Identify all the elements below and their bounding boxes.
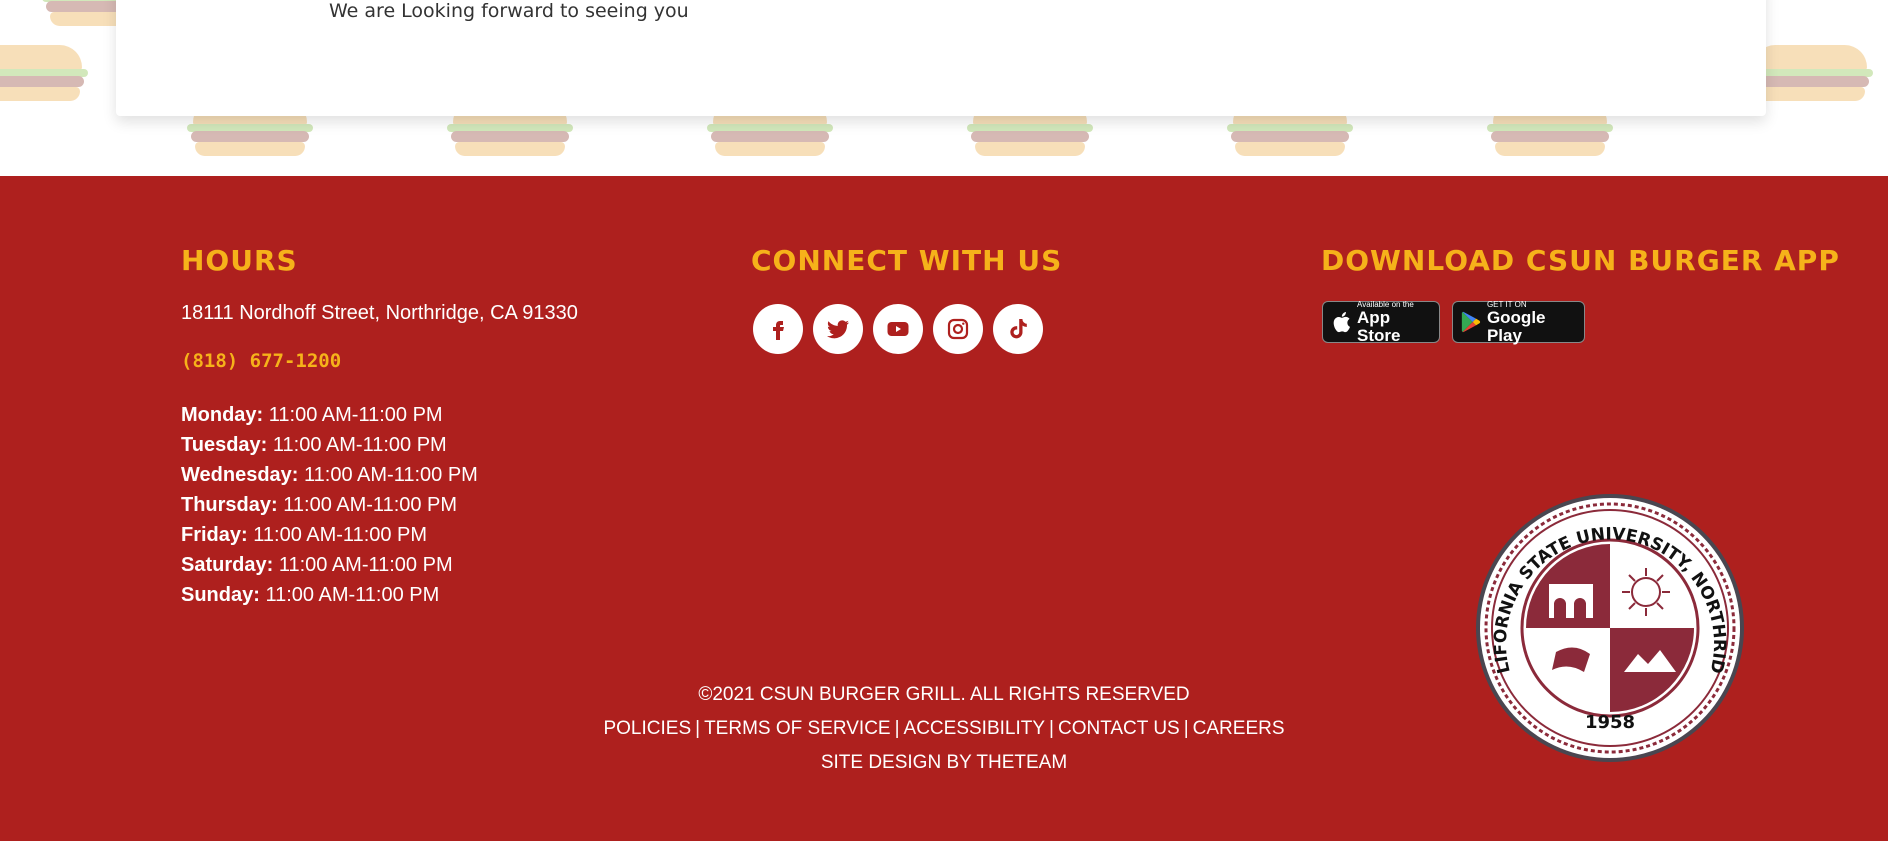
contact-link[interactable]: CONTACT US xyxy=(1058,718,1180,739)
phone-link[interactable]: (818) 677-1200 xyxy=(181,350,341,372)
youtube-link[interactable] xyxy=(873,304,923,354)
day-time: 11:00 AM-11:00 PM xyxy=(278,554,453,576)
site-footer: HOURS 18111 Nordhoff Street, Northridge,… xyxy=(0,176,1888,841)
policies-link[interactable]: POLICIES xyxy=(603,718,691,739)
twitter-icon xyxy=(827,320,849,339)
twitter-link[interactable] xyxy=(813,304,863,354)
burger-decoration xyxy=(0,45,90,105)
facebook-icon xyxy=(773,321,784,340)
day-label: Thursday: xyxy=(181,494,278,516)
day-time: 11:00 AM-11:00 PM xyxy=(272,434,447,456)
hours-title: HOURS xyxy=(181,244,298,277)
day-time: 11:00 AM-11:00 PM xyxy=(304,464,478,486)
google-play-big-text: Google Play xyxy=(1486,307,1546,345)
day-label: Sunday: xyxy=(181,584,260,606)
hours-row: Sunday: 11:00 AM-11:00 PM xyxy=(181,580,478,610)
google-play-icon xyxy=(1461,311,1481,333)
welcome-card: We are Looking forward to seeing you xyxy=(116,0,1766,116)
day-time: 11:00 AM-11:00 PM xyxy=(268,404,443,426)
accessibility-link[interactable]: ACCESSIBILITY xyxy=(904,718,1046,739)
apple-icon xyxy=(1333,311,1351,333)
instagram-icon xyxy=(947,318,969,340)
tiktok-icon xyxy=(1010,319,1027,339)
tiktok-link[interactable] xyxy=(993,304,1043,354)
burger-pattern-band: We are Looking forward to seeing you xyxy=(0,0,1888,176)
hours-row: Friday: 11:00 AM-11:00 PM xyxy=(181,520,478,550)
link-separator: | xyxy=(1183,718,1189,739)
terms-link[interactable]: TERMS OF SERVICE xyxy=(704,718,891,739)
hours-row: Thursday: 11:00 AM-11:00 PM xyxy=(181,490,478,520)
copyright: ©2021 CSUN BURGER GRILL. ALL RIGHTS RESE… xyxy=(698,684,1190,705)
link-separator: | xyxy=(1049,718,1054,739)
address: 18111 Nordhoff Street, Northridge, CA 91… xyxy=(181,302,578,324)
connect-title: CONNECT WITH US xyxy=(751,244,1063,277)
link-separator: | xyxy=(894,718,900,739)
download-title: DOWNLOAD CSUN BURGER APP xyxy=(1321,244,1840,277)
day-label: Tuesday: xyxy=(181,434,268,456)
hours-row: Saturday: 11:00 AM-11:00 PM xyxy=(181,550,478,580)
day-label: Saturday: xyxy=(181,554,274,576)
day-time: 11:00 AM-11:00 PM xyxy=(283,494,458,516)
day-label: Wednesday: xyxy=(181,464,299,486)
google-play-badge[interactable]: GET IT ON Google Play xyxy=(1452,300,1585,345)
hours-row: Monday: 11:00 AM-11:00 PM xyxy=(181,400,478,430)
day-time: 11:00 AM-11:00 PM xyxy=(253,524,428,546)
youtube-icon xyxy=(887,322,909,336)
social-links xyxy=(753,304,1043,354)
hours-row: Tuesday: 11:00 AM-11:00 PM xyxy=(181,430,478,460)
day-label: Monday: xyxy=(181,404,264,426)
hours-list: Monday: 11:00 AM-11:00 PM Tuesday: 11:00… xyxy=(181,400,478,610)
link-separator: | xyxy=(695,718,701,739)
welcome-text: We are Looking forward to seeing you xyxy=(329,0,689,22)
site-credit: SITE DESIGN BY THETEAM xyxy=(820,752,1068,773)
day-time: 11:00 AM-11:00 PM xyxy=(265,584,440,606)
instagram-link[interactable] xyxy=(933,304,983,354)
hours-row: Wednesday: 11:00 AM-11:00 PM xyxy=(181,460,478,490)
careers-link[interactable]: CAREERS xyxy=(1193,718,1285,739)
facebook-link[interactable] xyxy=(753,304,803,354)
footer-links: POLICIES | TERMS OF SERVICE | ACCESSIBILITY |… xyxy=(0,718,1888,740)
app-store-big-text: App Store xyxy=(1357,307,1401,345)
app-store-badge[interactable]: Available on the App Store xyxy=(1322,300,1440,345)
day-label: Friday: xyxy=(181,524,248,546)
